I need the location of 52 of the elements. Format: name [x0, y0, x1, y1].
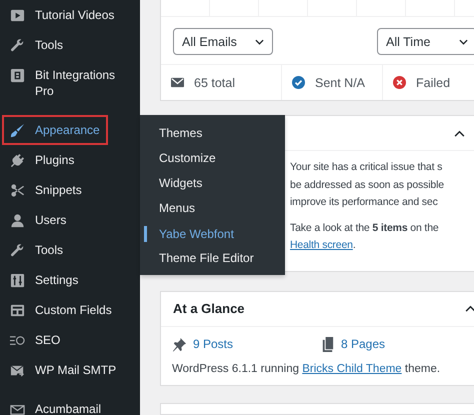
wrench-icon: [10, 38, 25, 52]
health-message: Your site has a critical issue that s be addressed as soon as possible improve its performance and sec: [290, 160, 445, 210]
sidebar-item[interactable]: Users: [2, 205, 74, 235]
grid-icon: [10, 302, 25, 318]
count-link[interactable]: 8 Pages: [341, 337, 386, 351]
health-screen-link[interactable]: Health screen: [290, 239, 353, 251]
sidebar-item[interactable]: Settings: [2, 265, 86, 295]
health-prompt: Take a look at the 5 items on the Health screen.: [290, 220, 440, 253]
sidebar-item[interactable]: Tutorial Videos: [2, 0, 122, 30]
stat-label: Sent N/A: [315, 76, 366, 90]
submenu-item[interactable]: Widgets: [144, 171, 285, 196]
sidebar-item[interactable]: Bit Integrations Pro: [2, 60, 134, 106]
check-circle-icon: [292, 76, 305, 89]
play-icon: [10, 8, 25, 22]
sidebar-item[interactable]: Tools: [2, 235, 72, 265]
submenu-item[interactable]: Customize: [144, 146, 285, 171]
sidebar-item[interactable]: Tools: [2, 30, 72, 60]
sidebar-item[interactable]: WP Mail SMTP: [2, 355, 124, 385]
user-icon: [10, 212, 25, 228]
envelope-icon: [171, 76, 184, 89]
card-title: At a Glance: [173, 301, 245, 316]
stat-label: Failed: [416, 76, 450, 90]
chevron-up-icon[interactable]: [454, 130, 465, 136]
mail-arrow-icon: [10, 362, 25, 378]
sidebar-item[interactable]: Appearance: [2, 115, 108, 145]
pin-icon: [172, 336, 187, 352]
submenu-item[interactable]: Menus: [144, 196, 285, 221]
stat-label: 65 total: [194, 76, 236, 90]
sliders-icon: [10, 272, 25, 288]
sidebar-item[interactable]: SEO: [2, 325, 68, 355]
submenu-item[interactable]: Yabe Webfont: [144, 226, 285, 242]
submenu-item[interactable]: Theme File Editor: [144, 246, 285, 271]
theme-link[interactable]: Bricks Child Theme: [302, 362, 402, 374]
sidebar-item[interactable]: Plugins: [2, 145, 82, 175]
submenu-item[interactable]: Themes: [144, 121, 285, 146]
plugin-box-icon: [10, 68, 25, 82]
wrench-icon: [10, 242, 25, 258]
scissors-icon: [10, 182, 25, 198]
pages-icon: [320, 336, 335, 352]
sidebar-item[interactable]: Custom Fields: [2, 295, 120, 325]
error-circle-icon: [393, 76, 406, 89]
filter-select[interactable]: All Time: [377, 28, 474, 55]
chevron-up-icon[interactable]: [465, 305, 474, 312]
sidebar-item[interactable]: Acumbamail: [2, 394, 110, 415]
version-text: WordPress 6.1.1 running Bricks Child Theme theme.: [172, 362, 442, 374]
count-link[interactable]: 9 Posts: [193, 337, 234, 351]
chevron-down-icon: [255, 38, 264, 44]
sidebar-item[interactable]: Snippets: [2, 175, 90, 205]
chevron-down-icon: [459, 38, 468, 44]
plug-icon: [10, 152, 25, 168]
brush-icon: [10, 122, 25, 138]
filter-select[interactable]: All Emails: [173, 28, 273, 55]
